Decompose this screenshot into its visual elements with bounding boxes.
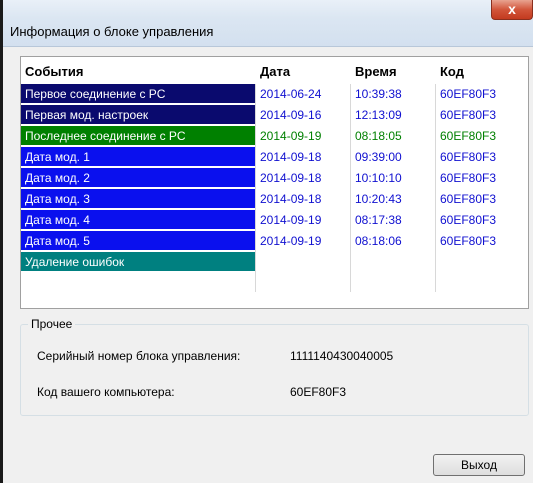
events-table[interactable]: События Дата Время Код Первое соединение… — [20, 56, 529, 309]
time-cell: 09:39:00 — [355, 150, 402, 164]
table-header: События Дата Время Код — [21, 57, 528, 84]
event-cell: Удаление ошибок — [21, 252, 255, 272]
other-group-title: Прочее — [28, 317, 76, 331]
date-cell: 2014-09-19 — [260, 129, 322, 143]
code-cell: 60EF80F3 — [440, 129, 497, 143]
code-cell: 60EF80F3 — [440, 150, 497, 164]
code-cell: 60EF80F3 — [440, 87, 497, 101]
column-divider — [350, 84, 351, 292]
title-bar[interactable]: Информация о блоке управления x — [3, 0, 533, 47]
code-cell: 60EF80F3 — [440, 171, 497, 185]
event-cell: Дата мод. 3 — [21, 189, 255, 209]
date-cell: 2014-09-19 — [260, 234, 322, 248]
table-row[interactable]: Дата мод. 1 2014-09-18 09:39:00 60EF80F3 — [21, 147, 528, 168]
time-cell: 08:17:38 — [355, 213, 402, 227]
table-row[interactable]: Последнее соединение с PC 2014-09-19 08:18… — [21, 126, 528, 147]
time-cell: 10:10:10 — [355, 171, 402, 185]
event-cell: Первое соединение с PC — [21, 84, 255, 104]
close-button[interactable]: x — [491, 0, 533, 20]
code-cell: 60EF80F3 — [440, 234, 497, 248]
date-cell: 2014-09-18 — [260, 150, 322, 164]
event-cell: Дата мод. 2 — [21, 168, 255, 188]
header-events[interactable]: События — [25, 64, 83, 79]
pc-code-label: Код вашего компьютера: — [37, 385, 175, 399]
table-row[interactable]: Первая мод. настроек 2014-09-16 12:13:09 60… — [21, 105, 528, 126]
table-row[interactable]: Дата мод. 3 2014-09-18 10:20:43 60EF80F3 — [21, 189, 528, 210]
exit-button-label: Выход — [461, 458, 497, 472]
info-dialog: Информация о блоке управления x События … — [0, 0, 533, 483]
event-cell: Дата мод. 5 — [21, 231, 255, 251]
date-cell: 2014-09-16 — [260, 108, 322, 122]
event-cell: Дата мод. 4 — [21, 210, 255, 230]
date-cell: 2014-09-18 — [260, 171, 322, 185]
column-divider — [255, 84, 256, 292]
exit-button[interactable]: Выход — [433, 454, 525, 476]
table-row[interactable]: Дата мод. 2 2014-09-18 10:10:10 60EF80F3 — [21, 168, 528, 189]
table-row[interactable]: Дата мод. 5 2014-09-19 08:18:06 60EF80F3 — [21, 231, 528, 252]
table-row[interactable]: Удаление ошибок — [21, 252, 528, 273]
date-cell: 2014-09-18 — [260, 192, 322, 206]
table-row[interactable]: Первое соединение с PC 2014-06-24 10:39:38… — [21, 84, 528, 105]
date-cell: 2014-09-19 — [260, 213, 322, 227]
event-cell: Первая мод. настроек — [21, 105, 255, 125]
time-cell: 10:20:43 — [355, 192, 402, 206]
code-cell: 60EF80F3 — [440, 192, 497, 206]
event-cell: Дата мод. 1 — [21, 147, 255, 167]
header-time[interactable]: Время — [355, 64, 397, 79]
serial-value: 1111140430040005 — [290, 349, 394, 363]
time-cell: 08:18:06 — [355, 234, 402, 248]
time-cell: 10:39:38 — [355, 87, 402, 101]
header-date[interactable]: Дата — [260, 64, 290, 79]
time-cell: 12:13:09 — [355, 108, 402, 122]
time-cell: 08:18:05 — [355, 129, 402, 143]
serial-label: Серийный номер блока управления: — [37, 349, 241, 363]
header-code[interactable]: Код — [440, 64, 464, 79]
other-group — [20, 324, 529, 416]
event-cell: Последнее соединение с PC — [21, 126, 255, 146]
date-cell: 2014-06-24 — [260, 87, 322, 101]
code-cell: 60EF80F3 — [440, 108, 497, 122]
window-title: Информация о блоке управления — [10, 24, 214, 39]
table-row[interactable]: Дата мод. 4 2014-09-19 08:17:38 60EF80F3 — [21, 210, 528, 231]
close-icon: x — [508, 1, 516, 17]
pc-code-value: 60EF80F3 — [290, 385, 347, 399]
column-divider — [435, 84, 436, 292]
code-cell: 60EF80F3 — [440, 213, 497, 227]
